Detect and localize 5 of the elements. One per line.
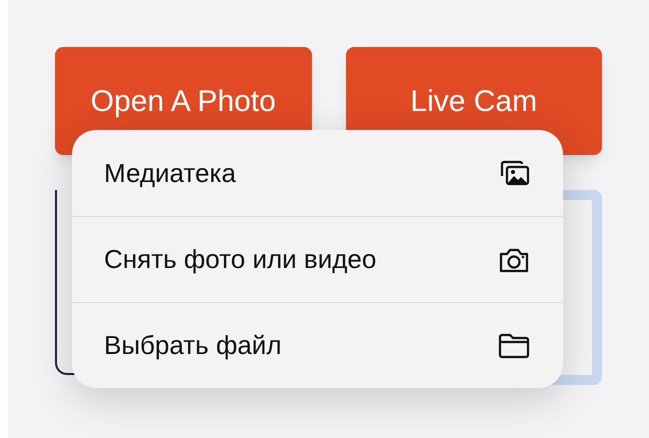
photo-library-icon [500, 160, 530, 186]
folder-icon [498, 332, 530, 358]
camera-icon [498, 246, 530, 272]
menu-item[interactable]: Выбрать файл [72, 302, 563, 388]
menu-item[interactable]: Снять фото или видео [72, 216, 563, 302]
